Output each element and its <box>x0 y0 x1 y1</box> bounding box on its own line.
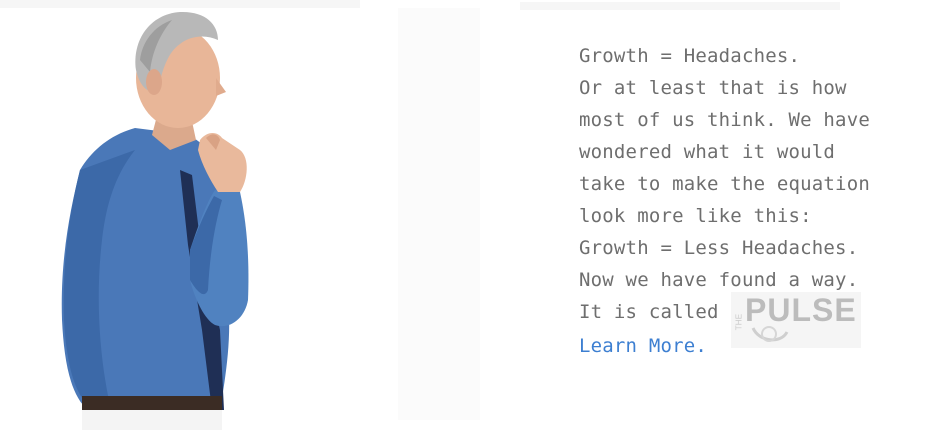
background-patch <box>520 2 840 10</box>
copy-line: Growth = Less Headaches. <box>579 237 859 259</box>
copy-line: take to make the equation <box>579 173 870 195</box>
man-thinking-icon <box>61 11 249 430</box>
background-patch <box>398 8 480 420</box>
copy-line: Or at least that is how <box>579 77 847 99</box>
pulse-line: It is called THE PULSE <box>579 292 924 348</box>
learn-more-link[interactable]: Learn More. <box>579 330 707 362</box>
called-prefix: It is called <box>579 301 719 323</box>
headline-copy: Growth = Headaches. Or at least that is … <box>579 40 924 362</box>
copy-line: Growth = Headaches. <box>579 45 801 67</box>
copy-line: most of us think. We have <box>579 109 870 131</box>
copy-line: wondered what it would <box>579 141 836 163</box>
pulse-swirl-icon <box>751 326 789 342</box>
pulse-logo: THE PULSE <box>731 292 861 348</box>
copy-line: look more like this: <box>579 205 812 227</box>
